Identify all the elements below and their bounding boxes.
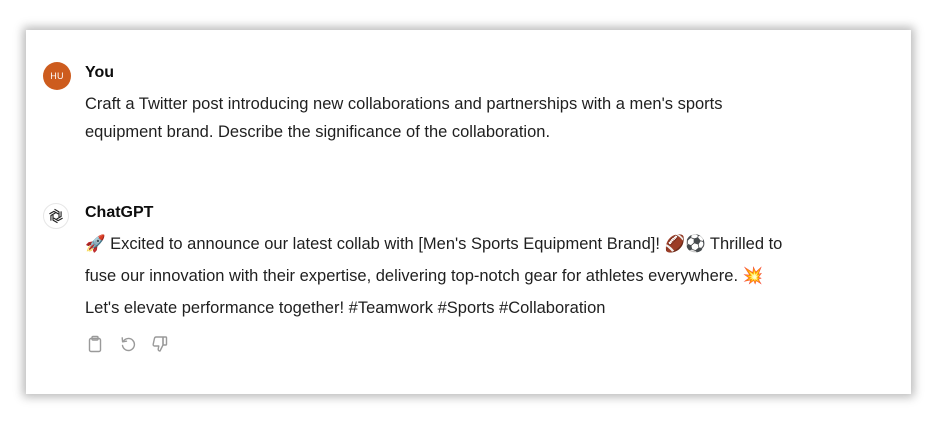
dislike-button[interactable] (151, 335, 169, 353)
copy-button[interactable] (86, 335, 104, 353)
assistant-text-segment: fuse our innovation with their expertise… (85, 267, 743, 285)
user-message-text: Craft a Twitter post introducing new col… (85, 90, 895, 146)
user-author-name: You (85, 64, 115, 81)
assistant-avatar (43, 203, 69, 229)
football-emoji: 🏈 (664, 234, 686, 253)
assistant-text-segment: Excited to announce our latest collab wi… (105, 235, 665, 253)
assistant-author-name: ChatGPT (85, 204, 154, 221)
collision-emoji: 💥 (742, 266, 764, 285)
assistant-message-line: 🚀 Excited to announce our latest collab … (85, 228, 895, 260)
regenerate-button[interactable] (119, 335, 137, 353)
user-message-line: equipment brand. Describe the significan… (85, 123, 551, 141)
assistant-message-line: fuse our innovation with their expertise… (85, 260, 895, 292)
assistant-text-segment: Thrilled to (705, 235, 783, 253)
user-message-line: Craft a Twitter post introducing new col… (85, 95, 723, 113)
user-avatar: HU (43, 62, 71, 90)
chat-card: HU You Craft a Twitter post introducing … (26, 30, 911, 394)
clipboard-icon (88, 335, 102, 353)
soccer-ball-emoji: ⚽ (685, 234, 706, 253)
assistant-message-text: 🚀 Excited to announce our latest collab … (85, 228, 895, 324)
openai-logo-icon (49, 208, 63, 224)
assistant-message-line: Let's elevate performance together! #Tea… (85, 299, 606, 317)
regenerate-icon (121, 337, 136, 352)
thumbs-down-icon (152, 336, 168, 352)
rocket-emoji: 🚀 (85, 234, 106, 253)
